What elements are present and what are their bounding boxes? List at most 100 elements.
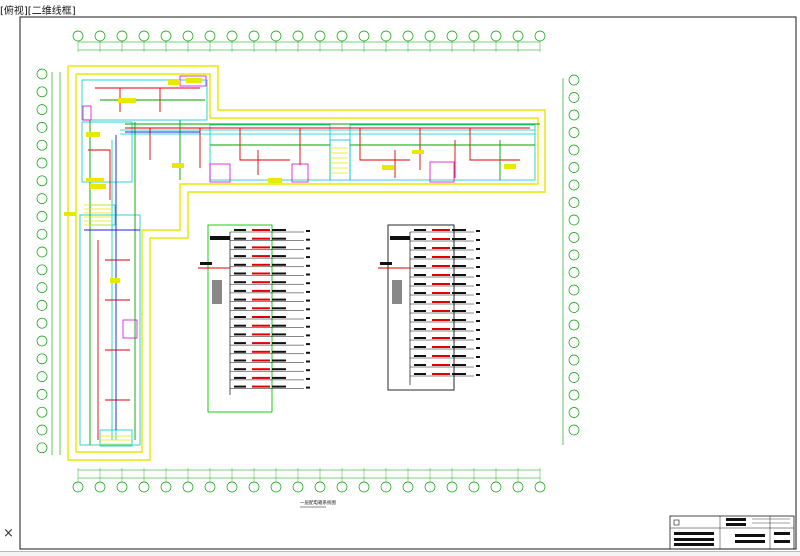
panel-2-circuits [410,229,480,377]
distribution-panel-1 [198,224,310,413]
bottom-dimension-chain [78,469,540,479]
axis-bubble [36,282,48,293]
axis-bubble [468,481,480,493]
axis-bubble [568,302,580,313]
axis-bubble [36,300,48,311]
panel-1-circuits [230,229,310,389]
close-icon[interactable]: × [3,527,14,540]
axis-bubble [36,193,48,204]
axis-bubble [314,30,326,42]
axis-bubble [568,144,580,156]
axis-bubble [568,319,580,331]
axis-bubble [270,30,282,42]
axis-bubble [358,30,370,42]
axis-bubble [36,353,48,365]
axis-bubble [36,371,48,382]
axis-bubble [72,30,84,42]
title-block [669,515,795,550]
axis-bubble [568,179,580,191]
left-axis-bubbles [36,68,48,454]
axis-bubble [270,481,282,493]
axis-bubble [226,481,238,493]
axis-bubble [72,481,84,493]
axis-bubble [248,30,260,42]
axis-bubble [568,337,580,348]
axis-bubble [380,30,392,42]
axis-bubble [568,92,580,103]
green-wiring [89,99,540,445]
axis-bubble [138,481,150,493]
axis-bubble [292,30,304,42]
axis-bubble [568,407,580,418]
axis-bubble [160,30,172,42]
axis-bubble [36,335,48,347]
axis-bubble [424,30,436,42]
axis-bubble [36,424,48,436]
axis-bubble [534,481,546,493]
axis-bubble [36,68,48,80]
axis-bubble [36,228,48,240]
axis-bubble [380,481,392,493]
axis-bubble [116,481,128,493]
panel-caption: 一层配电箱系统图 [300,499,336,506]
axis-bubble [512,30,524,42]
axis-bubble [468,30,480,42]
axis-bubble [490,30,502,42]
axis-bubble [568,372,580,383]
axis-bubble [336,481,348,493]
axis-bubble [36,406,48,418]
axis-bubble [36,139,48,151]
axis-bubble [36,86,48,98]
axis-bubble [534,30,546,42]
axis-bubble [226,30,238,42]
axis-bubble [94,481,106,493]
axis-bubble [182,30,194,42]
axis-bubble [138,30,150,42]
axis-bubble [336,30,348,42]
axis-bubble [446,481,458,493]
axis-bubble [446,30,458,42]
axis-bubble [160,481,172,493]
right-axis-bubbles [568,74,580,436]
cad-drawing-canvas[interactable]: 一层配电箱系统图 [0,0,800,556]
axis-bubble [182,481,194,493]
axis-bubble [402,481,414,493]
axis-bubble [568,127,580,138]
axis-bubble [204,481,216,493]
axis-bubble [358,481,370,493]
status-bar [0,551,800,556]
axis-bubble [116,30,128,42]
top-axis-bubbles [72,30,546,52]
axis-bubble [248,481,260,493]
bottom-axis-bubbles [72,468,546,493]
axis-bubble [36,317,48,329]
axis-bubble [568,232,580,243]
axis-bubble [36,389,48,400]
axis-bubble [568,162,580,173]
axis-bubble [568,249,580,261]
axis-bubble [490,481,502,493]
axis-bubble [568,214,580,226]
axis-bubble [36,264,48,276]
axis-bubble [204,30,216,42]
axis-bubble [36,104,48,115]
axis-bubble [424,481,436,493]
axis-bubble [402,30,414,42]
axis-bubble [568,389,580,401]
axis-bubble [36,246,48,258]
axis-bubble [568,74,580,86]
axis-bubble [568,267,580,278]
axis-bubble [36,157,48,169]
axis-bubble [314,481,326,493]
axis-bubble [36,211,48,222]
top-dimension-chain [78,41,540,51]
axis-bubble [292,481,304,493]
left-dimension-chain [51,72,61,455]
axis-bubble [568,354,580,366]
axis-bubble [36,442,48,454]
axis-bubble [36,122,48,133]
axis-bubble [568,197,580,208]
distribution-panel-2 [378,224,480,391]
axis-bubble [568,109,580,121]
axis-bubble [568,424,580,436]
